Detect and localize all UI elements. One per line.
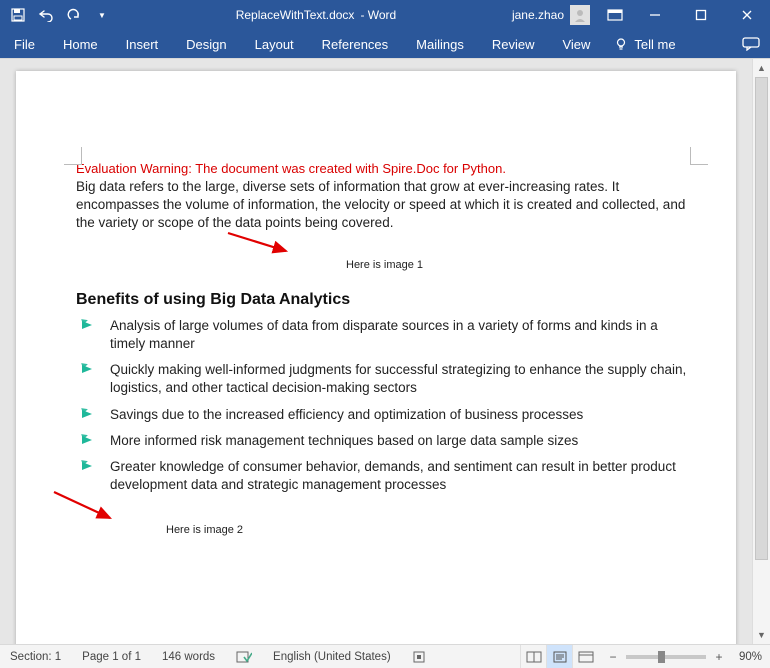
lightbulb-icon — [614, 37, 628, 51]
tab-insert[interactable]: Insert — [112, 30, 173, 58]
quick-access-toolbar: ▼ — [0, 3, 120, 27]
status-macro[interactable] — [402, 645, 437, 668]
status-section[interactable]: Section: 1 — [0, 645, 72, 668]
chevron-down-icon: ▼ — [98, 11, 106, 20]
window-title: ReplaceWithText.docx - Word — [120, 8, 512, 22]
close-button[interactable] — [724, 0, 770, 30]
annotation-arrow-2 — [52, 488, 122, 533]
view-web-layout[interactable] — [572, 645, 598, 668]
list-item: Savings due to the increased efficiency … — [104, 406, 696, 424]
benefits-list: Analysis of large volumes of data from d… — [76, 317, 696, 495]
zoom-percent[interactable]: 90% — [732, 651, 762, 663]
image-placeholder-1-label: Here is image 1 — [346, 259, 696, 271]
ribbon-display-options-button[interactable] — [598, 0, 632, 30]
comments-button[interactable] — [732, 30, 770, 58]
zoom-in-button[interactable]: + — [712, 650, 726, 664]
evaluation-warning-text: Evaluation Warning: The document was cre… — [76, 161, 696, 176]
undo-button[interactable] — [34, 3, 58, 27]
tell-me-search[interactable]: Tell me — [604, 30, 685, 58]
save-button[interactable] — [6, 3, 30, 27]
zoom-controls: − + 90% — [598, 650, 770, 664]
annotation-arrow-1 — [226, 229, 296, 264]
tab-review[interactable]: Review — [478, 30, 549, 58]
list-item: Greater knowledge of consumer behavior, … — [104, 458, 696, 494]
list-item: Quickly making well-informed judgments f… — [104, 361, 696, 397]
status-spellcheck[interactable] — [226, 645, 263, 668]
user-name: jane.zhao — [512, 8, 564, 22]
maximize-button[interactable] — [678, 0, 724, 30]
scroll-down-button[interactable]: ▼ — [753, 626, 770, 644]
vertical-scrollbar[interactable]: ▲ ▼ — [752, 59, 770, 644]
status-word-count[interactable]: 146 words — [152, 645, 226, 668]
status-bar: Section: 1 Page 1 of 1 146 words English… — [0, 644, 770, 668]
proofing-icon — [236, 650, 252, 664]
app-name-suffix: - Word — [360, 8, 396, 22]
scroll-track[interactable] — [753, 77, 770, 626]
titlebar-right: jane.zhao — [512, 0, 770, 30]
page-container[interactable]: Evaluation Warning: The document was cre… — [0, 59, 752, 644]
page[interactable]: Evaluation Warning: The document was cre… — [16, 71, 736, 644]
document-filename: ReplaceWithText.docx — [236, 8, 355, 22]
tab-mailings[interactable]: Mailings — [402, 30, 478, 58]
zoom-slider[interactable] — [626, 655, 706, 659]
tab-view[interactable]: View — [548, 30, 604, 58]
benefits-heading: Benefits of using Big Data Analytics — [76, 291, 696, 309]
titlebar: ▼ ReplaceWithText.docx - Word jane.zhao — [0, 0, 770, 30]
minimize-button[interactable] — [632, 0, 678, 30]
status-language[interactable]: English (United States) — [263, 645, 402, 668]
margin-mark-top-right — [690, 147, 708, 165]
macro-icon — [412, 650, 426, 664]
scroll-up-button[interactable]: ▲ — [753, 59, 770, 77]
avatar — [570, 5, 590, 25]
zoom-out-button[interactable]: − — [606, 650, 620, 664]
status-page[interactable]: Page 1 of 1 — [72, 645, 152, 668]
tab-layout[interactable]: Layout — [241, 30, 308, 58]
document-area: Evaluation Warning: The document was cre… — [0, 59, 770, 644]
tab-design[interactable]: Design — [172, 30, 240, 58]
view-print-layout[interactable] — [546, 645, 572, 668]
list-item: More informed risk management techniques… — [104, 432, 696, 450]
tab-references[interactable]: References — [308, 30, 402, 58]
qat-customize-button[interactable]: ▼ — [90, 3, 114, 27]
tell-me-label: Tell me — [634, 37, 675, 52]
scroll-thumb[interactable] — [755, 77, 768, 560]
tab-file[interactable]: File — [0, 30, 49, 58]
signed-in-user[interactable]: jane.zhao — [512, 5, 590, 25]
intro-paragraph: Big data refers to the large, diverse se… — [76, 178, 696, 233]
view-read-mode[interactable] — [520, 645, 546, 668]
margin-mark-top-left — [64, 147, 82, 165]
image-placeholder-2-label: Here is image 2 — [166, 524, 696, 536]
ribbon-tabs: File Home Insert Design Layout Reference… — [0, 30, 770, 58]
list-item: Analysis of large volumes of data from d… — [104, 317, 696, 353]
zoom-slider-thumb[interactable] — [658, 651, 665, 663]
redo-button[interactable] — [62, 3, 86, 27]
tab-home[interactable]: Home — [49, 30, 112, 58]
